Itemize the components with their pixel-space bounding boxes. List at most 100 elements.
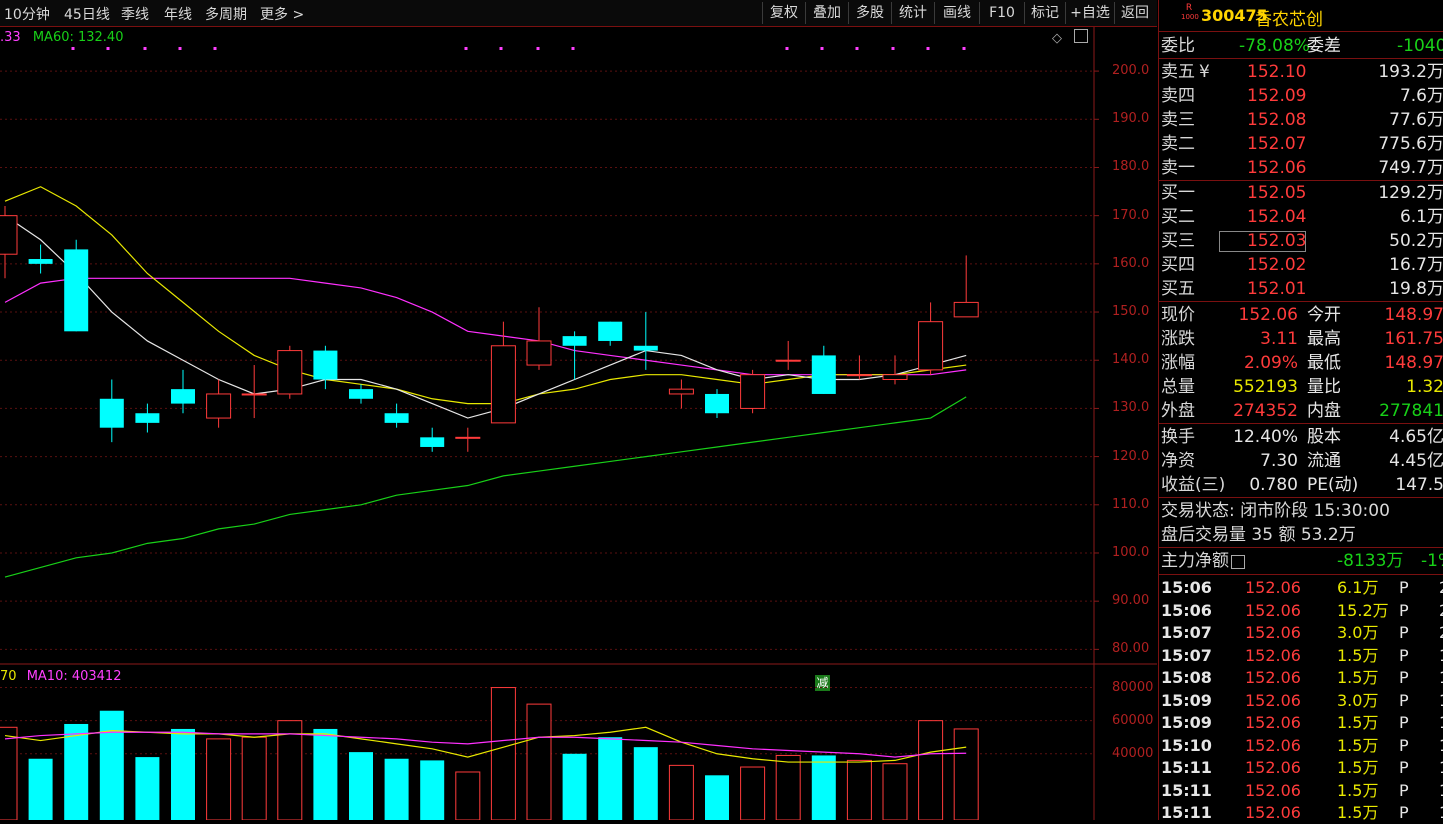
quote-stat-row: 涨幅 2.09% 最低 148.97 bbox=[1159, 351, 1443, 375]
overlay-button[interactable]: 叠加 bbox=[805, 2, 848, 24]
trade-state-row: 交易状态: 闭市阶段 15:30:00 bbox=[1159, 499, 1443, 523]
list-icon[interactable] bbox=[1231, 555, 1245, 569]
add-watchlist-button[interactable]: +自选 bbox=[1065, 2, 1114, 24]
divider bbox=[1159, 547, 1443, 548]
multi-stock-button[interactable]: 多股 bbox=[848, 2, 891, 24]
ask-level[interactable]: 卖五 152.10 193.2万 ¥ bbox=[1159, 60, 1443, 84]
ask-level[interactable]: 卖三 152.08 77.6万 bbox=[1159, 108, 1443, 132]
volume-bar-up bbox=[740, 766, 766, 820]
tick-row[interactable]: 15:06 152.06 15.2万 P 2 bbox=[1159, 600, 1443, 622]
tick-row[interactable]: 15:11 152.06 1.5万 P 1 bbox=[1159, 780, 1443, 802]
volume-bar-up bbox=[882, 763, 908, 820]
tick-count: 1 bbox=[1439, 690, 1443, 712]
quote-stat-row: 现价 152.06 今开 148.97 bbox=[1159, 303, 1443, 327]
stat-label: 现价 bbox=[1161, 305, 1195, 325]
kline-svg bbox=[0, 27, 1157, 820]
bid-level[interactable]: 买五 152.01 19.8万 bbox=[1159, 277, 1443, 301]
stat-label: 今开 bbox=[1307, 305, 1341, 325]
price-axis-label: 100.0 bbox=[1112, 544, 1150, 560]
candle-body-up bbox=[455, 436, 481, 439]
signal-dot bbox=[178, 47, 182, 50]
quote-stat-row: 涨跌 3.11 最高 161.75 bbox=[1159, 327, 1443, 351]
weicha-value: -1040 bbox=[1397, 36, 1443, 56]
volume-bar-up bbox=[668, 764, 694, 820]
volume-axis-label: 40000 bbox=[1112, 745, 1154, 761]
candle-body-up bbox=[490, 345, 516, 424]
candle-body-down bbox=[633, 345, 658, 351]
tick-row[interactable]: 15:06 152.06 6.1万 P 2 bbox=[1159, 577, 1443, 599]
tick-time: 15:06 bbox=[1161, 578, 1212, 597]
candle-body-down bbox=[28, 259, 53, 264]
weibi-value: -78.08% bbox=[1239, 36, 1310, 56]
volume-bar-down bbox=[171, 728, 195, 820]
bid-level[interactable]: 买四 152.02 16.7万 bbox=[1159, 253, 1443, 277]
period-10min[interactable]: 10分钟 bbox=[4, 4, 50, 24]
divider bbox=[1159, 301, 1443, 302]
ask-level[interactable]: 卖一 152.06 749.7万 bbox=[1159, 156, 1443, 180]
candle-body-up bbox=[668, 388, 694, 395]
period-more[interactable]: 更多 > bbox=[260, 4, 304, 24]
stat-value: 7.30 bbox=[1260, 451, 1298, 471]
volume-bar-up bbox=[490, 687, 516, 820]
after-hours-volume: 盘后交易量 35 额 53.2万 bbox=[1161, 525, 1356, 545]
volume-bar-down bbox=[633, 747, 658, 820]
level-label: 买一 bbox=[1161, 183, 1195, 203]
ask-level[interactable]: 卖四 152.09 7.6万 bbox=[1159, 84, 1443, 108]
volume-bar-up bbox=[455, 771, 481, 820]
bid-level[interactable]: 买三 152.03 50.2万 bbox=[1159, 229, 1443, 253]
volume-bar-down bbox=[313, 728, 338, 820]
statistics-button[interactable]: 统计 bbox=[891, 2, 934, 24]
fuquan-button[interactable]: 复权 bbox=[762, 2, 805, 24]
f10-button[interactable]: F10 bbox=[979, 2, 1024, 24]
price-axis-label: 190.0 bbox=[1112, 111, 1150, 127]
candle-body-down bbox=[135, 413, 160, 423]
stat-value: 1.32 bbox=[1406, 377, 1443, 397]
kline-chart-area[interactable]: .33 MA60: 132.40 ◇ 70 MA10: 403412 减 200… bbox=[0, 27, 1157, 820]
bid-level[interactable]: 买二 152.04 6.1万 bbox=[1159, 205, 1443, 229]
main-flow-row[interactable]: 主力净额 -8133万 -1% bbox=[1159, 549, 1443, 573]
period-season[interactable]: 季线 bbox=[121, 4, 149, 24]
volume-axis-label: 60000 bbox=[1112, 712, 1154, 728]
period-year[interactable]: 年线 bbox=[164, 4, 192, 24]
tick-row[interactable]: 15:09 152.06 1.5万 P 1 bbox=[1159, 712, 1443, 734]
tick-time: 15:08 bbox=[1161, 668, 1212, 687]
tick-flag: P bbox=[1399, 803, 1409, 822]
draw-line-button[interactable]: 画线 bbox=[934, 2, 979, 24]
tick-time: 15:07 bbox=[1161, 623, 1212, 642]
price-axis-label: 180.0 bbox=[1112, 159, 1150, 175]
stock-badge-bottom: 1000 bbox=[1181, 13, 1199, 21]
volume-bar-up bbox=[277, 720, 303, 820]
tick-volume: 3.0万 bbox=[1337, 623, 1379, 642]
price-axis-label: 80.00 bbox=[1112, 641, 1150, 657]
candle-body-down bbox=[99, 398, 124, 428]
period-multi[interactable]: 多周期 bbox=[205, 4, 247, 24]
back-button[interactable]: 返回 bbox=[1114, 2, 1155, 24]
level-label: 卖三 bbox=[1161, 110, 1195, 130]
signal-dot bbox=[571, 47, 575, 50]
tick-flag: P bbox=[1399, 645, 1409, 665]
stock-name: 香农芯创 bbox=[1255, 10, 1323, 30]
volume-bar-down bbox=[349, 752, 373, 820]
tick-row[interactable]: 15:07 152.06 1.5万 P 1 bbox=[1159, 645, 1443, 667]
volume-bar-down bbox=[420, 760, 445, 820]
tick-row[interactable]: 15:11 152.06 1.5万 P 1 bbox=[1159, 802, 1443, 824]
tick-price: 152.06 bbox=[1245, 645, 1301, 665]
period-45day[interactable]: 45日线 bbox=[64, 4, 110, 24]
tick-row[interactable]: 15:11 152.06 1.5万 P 1 bbox=[1159, 757, 1443, 779]
price-axis-label: 160.0 bbox=[1112, 255, 1150, 271]
signal-dot bbox=[106, 47, 110, 50]
candle-body-up bbox=[241, 393, 267, 396]
tick-row[interactable]: 15:07 152.06 3.0万 P 2 bbox=[1159, 622, 1443, 644]
candle-body-up bbox=[0, 215, 18, 255]
tick-row[interactable]: 15:10 152.06 1.5万 P 1 bbox=[1159, 735, 1443, 757]
mark-button[interactable]: 标记 bbox=[1024, 2, 1065, 24]
stat-label: 换手 bbox=[1161, 427, 1195, 447]
bid-level[interactable]: 买一 152.05 129.2万 bbox=[1159, 181, 1443, 205]
tick-row[interactable]: 15:08 152.06 1.5万 P 1 bbox=[1159, 667, 1443, 689]
tick-time: 15:07 bbox=[1161, 645, 1212, 665]
level-price: 152.07 bbox=[1247, 134, 1307, 154]
tick-row[interactable]: 15:09 152.06 3.0万 P 1 bbox=[1159, 690, 1443, 712]
ask-level[interactable]: 卖二 152.07 775.6万 bbox=[1159, 132, 1443, 156]
quote-stat-row: 换手 12.40% 股本 4.65亿 bbox=[1159, 425, 1443, 449]
main-flow-label: 主力净额 bbox=[1161, 551, 1229, 571]
